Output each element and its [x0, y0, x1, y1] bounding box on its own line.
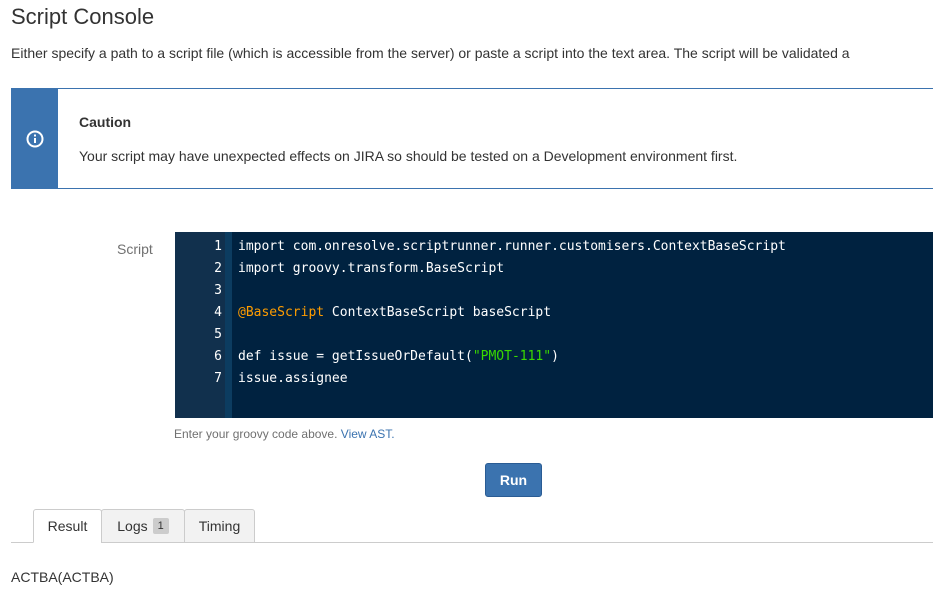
script-editor[interactable]: 1 2 3 4 5 6 7 import com.onresolve.scrip…: [175, 232, 933, 418]
hint-text: Enter your groovy code above.: [174, 427, 338, 441]
run-button[interactable]: Run: [485, 463, 542, 497]
page-description: Either specify a path to a script file (…: [11, 45, 850, 61]
page-title: Script Console: [11, 4, 155, 29]
code-line: def issue = getIssueOrDefault("PMOT-111"…: [238, 346, 559, 368]
caution-bar: [12, 89, 58, 188]
code-token: ContextBaseScript baseScript: [324, 305, 552, 320]
code-line: import groovy.transform.BaseScript: [238, 261, 505, 276]
tab-result[interactable]: Result: [33, 509, 102, 543]
line-number: 1: [214, 239, 222, 254]
logs-count-badge: 1: [152, 518, 169, 534]
line-number: 4: [214, 305, 222, 320]
caution-title: Caution: [79, 114, 132, 130]
tab-label: Timing: [198, 518, 241, 534]
code-line: issue.assignee: [238, 371, 348, 386]
code-token: def issue = getIssueOrDefault(: [238, 349, 473, 364]
code-line: import com.onresolve.scriptrunner.runner…: [238, 239, 786, 254]
code-line: @BaseScript ContextBaseScript baseScript: [238, 302, 551, 324]
tab-timing[interactable]: Timing: [184, 509, 255, 543]
caution-panel: Caution Your script may have unexpected …: [11, 88, 933, 189]
line-number: 2: [214, 261, 222, 276]
code-token: ): [551, 349, 559, 364]
script-label: Script: [117, 241, 153, 257]
tab-label: Result: [47, 518, 88, 534]
tab-logs[interactable]: Logs 1: [101, 509, 185, 543]
line-number: 7: [214, 371, 222, 386]
annotation-token: @BaseScript: [238, 305, 325, 320]
line-number: 5: [214, 327, 222, 342]
info-icon: [26, 130, 44, 147]
view-ast-link[interactable]: View AST.: [341, 427, 395, 441]
line-number: 6: [214, 349, 222, 364]
editor-hint: Enter your groovy code above. View AST.: [174, 427, 395, 441]
tab-label: Logs: [117, 518, 148, 534]
line-number: 3: [214, 283, 222, 298]
line-number-gutter: 1 2 3 4 5 6 7: [175, 232, 232, 418]
result-output: ACTBA(ACTBA): [11, 569, 114, 585]
caution-text: Your script may have unexpected effects …: [79, 148, 738, 164]
string-token: "PMOT-111": [472, 349, 552, 364]
